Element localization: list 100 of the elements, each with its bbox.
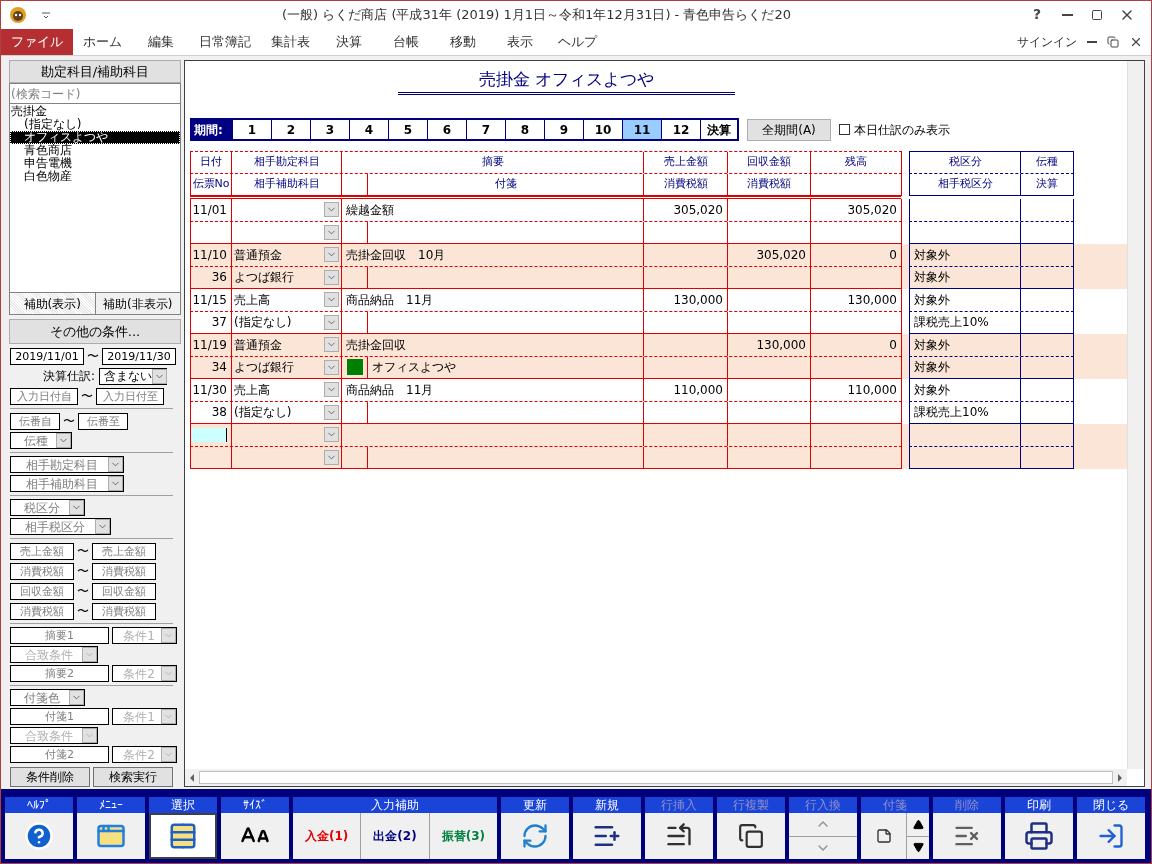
filter-label: 決算仕訳: [42, 368, 95, 385]
menu-tab[interactable]: ヘルプ [548, 29, 607, 55]
filter-select[interactable]: 相手税区分 [10, 518, 111, 535]
period-tab[interactable]: 6 [428, 120, 466, 139]
filter-field[interactable]: 回収金額 [92, 582, 156, 600]
filter-select[interactable]: 付箋色 [10, 689, 85, 706]
range-separator: 〜 [76, 543, 90, 560]
filter-select[interactable]: 税区分 [10, 499, 85, 516]
menu-tab[interactable]: 移動 [434, 29, 491, 55]
table-cell: 繰越金額 [342, 199, 644, 221]
period-tab[interactable]: 1 [233, 120, 271, 139]
period-tab[interactable]: 7 [467, 120, 505, 139]
dropdown-button[interactable] [152, 368, 167, 384]
table-cell-text: 普通預金 [234, 246, 283, 264]
filter-select[interactable]: 含まない [99, 367, 167, 385]
toolbar-button[interactable] [573, 813, 641, 859]
more-conditions-button[interactable]: その他の条件... [9, 319, 181, 344]
sub-tab[interactable]: 補助(表示) [10, 293, 95, 314]
menu-tab[interactable]: 決算 [320, 29, 377, 55]
tree-item[interactable]: 申告電機 [10, 157, 180, 170]
column-header: 摘要 [342, 152, 644, 173]
period-tab[interactable]: 2 [272, 120, 310, 139]
period-tab[interactable]: 3 [311, 120, 349, 139]
filter-field[interactable]: 回収金額 [10, 582, 74, 600]
filter-field[interactable]: 摘要2 [10, 665, 109, 682]
menu-tab[interactable]: ホーム [73, 29, 132, 55]
menu-tab[interactable]: 編集 [132, 29, 189, 55]
tree-item[interactable]: (指定なし) [10, 118, 180, 131]
column-header: 税区分 [910, 152, 1021, 173]
column-header: 伝種 [1035, 154, 1059, 170]
toolbar-group-label: 入力補助 [293, 797, 497, 813]
vertical-scrollbar[interactable] [1127, 61, 1144, 769]
toolbar-group-label: 行入換 [789, 797, 857, 813]
quick-access-icon[interactable] [41, 9, 51, 20]
period-tab[interactable]: 決算 [701, 120, 737, 139]
assist-button[interactable]: 振替(3) [429, 813, 497, 859]
table-cell: 11/10 [191, 244, 232, 266]
date-input[interactable] [191, 427, 227, 442]
filter-field[interactable]: 付箋2 [10, 746, 109, 763]
filter-action-button[interactable]: 検索実行 [93, 767, 173, 787]
filter-select[interactable]: 相手勘定科目 [10, 456, 124, 473]
table-cell: 130,000 [728, 334, 811, 356]
period-tab[interactable]: 10 [584, 120, 622, 139]
sub-tab[interactable]: 補助(非表示) [94, 293, 180, 314]
filter-field[interactable]: 消費税額 [10, 562, 74, 580]
menu-tab[interactable]: 台帳 [377, 29, 434, 55]
filter-field[interactable]: 消費税額 [92, 602, 156, 620]
toolbar-button[interactable] [221, 813, 289, 859]
column-header: 伝票No [191, 173, 232, 195]
column-header: 消費税額 [644, 173, 728, 195]
toolbar-group-label: 削除 [933, 797, 1001, 813]
tree-item[interactable]: 青色商店 [10, 144, 180, 157]
menu-tab[interactable]: 集計表 [261, 29, 320, 55]
period-tab[interactable]: 8 [506, 120, 544, 139]
filter-select[interactable]: 伝種 [10, 432, 72, 449]
horizontal-scrollbar[interactable] [185, 769, 1127, 786]
filter-field[interactable]: 伝番自 [10, 412, 60, 430]
filter-field[interactable]: 売上金額 [92, 542, 156, 560]
range-separator: 〜 [76, 563, 90, 580]
help-mark[interactable]: ? [1022, 4, 1052, 25]
column-header: 消費税額 [728, 173, 811, 195]
column-header: 相手補助科目 [232, 173, 342, 195]
filter-field[interactable]: 消費税額 [10, 602, 74, 620]
menu-tab[interactable]: 表示 [491, 29, 548, 55]
filter-field[interactable]: 2019/11/01 [10, 347, 84, 365]
filter-field[interactable]: 消費税額 [92, 562, 156, 580]
tree-item[interactable]: オフィスよつや [10, 131, 180, 144]
tree-item[interactable]: 売掛金 [10, 105, 180, 118]
assist-button[interactable]: 入金(1) [293, 813, 361, 859]
filter-field[interactable]: 入力日付自 [10, 387, 78, 405]
menu-tab[interactable]: ファイル [1, 29, 73, 55]
filter-field[interactable]: 付箋1 [10, 708, 109, 725]
tree-item[interactable]: 白色物産 [10, 170, 180, 183]
period-tab[interactable]: 9 [545, 120, 583, 139]
filter-select[interactable]: 相手補助科目 [10, 475, 124, 492]
table-cell: 対象外 [910, 334, 1021, 356]
filter-field[interactable]: 摘要1 [10, 627, 109, 644]
table-cell-text: よつば銀行 [234, 269, 295, 287]
search-field[interactable]: (検索コード) [10, 84, 180, 104]
filter-action-button[interactable]: 条件削除 [10, 767, 90, 787]
filter-field[interactable]: 2019/11/30 [102, 347, 176, 365]
period-tab[interactable]: 11 [623, 120, 661, 139]
table-cell-text: 売上高 [234, 291, 271, 309]
assist-button[interactable]: 出金(2) [361, 813, 429, 859]
filter-field[interactable]: 伝番至 [78, 412, 128, 430]
table-cell: オフィスよつや [368, 356, 644, 378]
toolbar-button[interactable] [1005, 813, 1073, 859]
period-tab[interactable]: 5 [389, 120, 427, 139]
table-cell: 売掛金回収 10月 [342, 244, 644, 266]
filter-field[interactable]: 入力日付至 [96, 387, 164, 405]
period-tab[interactable]: 12 [662, 120, 700, 139]
menu-tab[interactable]: 日常簿記 [189, 29, 261, 55]
minimize-icon[interactable] [1062, 13, 1073, 16]
filter-field[interactable]: 売上金額 [10, 542, 74, 560]
all-periods-button[interactable]: 全期間(A) [747, 118, 831, 141]
toolbar-button[interactable] [149, 813, 217, 859]
checkbox[interactable] [839, 124, 850, 135]
table-cell: 課税売上10% [910, 401, 1021, 423]
period-tab[interactable]: 4 [350, 120, 388, 139]
sign-in-link[interactable]: サインイン [1017, 33, 1077, 51]
